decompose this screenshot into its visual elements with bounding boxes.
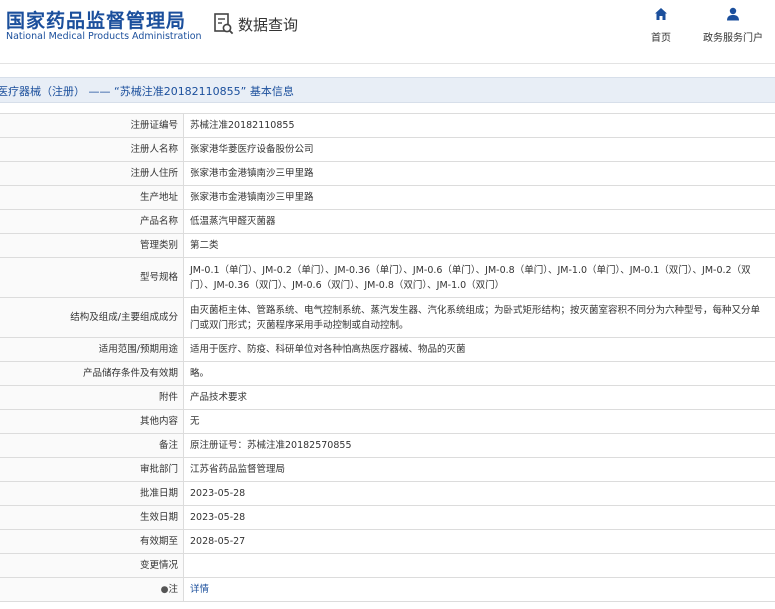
logo-title[interactable]: 国家药品监督管理局 (6, 6, 186, 33)
other-content: 无 (183, 409, 775, 434)
table-row: 注册证编号 苏械注准20182110855 (0, 113, 775, 138)
change-status (183, 553, 775, 578)
row-label: 审批部门 (0, 457, 184, 482)
row-label: 产品储存条件及有效期 (0, 361, 184, 386)
details-link[interactable]: 详情 (190, 584, 209, 595)
table-row: 管理类别 第二类 (0, 233, 775, 258)
table-row: 注册人住所 张家港市金港镇南沙三甲里路 (0, 161, 775, 186)
table-row: 产品储存条件及有效期 略。 (0, 361, 775, 386)
logo-subtitle: National Medical Products Administration (6, 31, 202, 42)
storage-conditions: 略。 (183, 361, 775, 386)
table-row: 有效期至 2028-05-27 (0, 529, 775, 554)
row-label: 管理类别 (0, 233, 184, 258)
attachment: 产品技术要求 (183, 385, 775, 410)
registration-number: 苏械注准20182110855 (183, 113, 775, 138)
row-label: 注册证编号 (0, 113, 184, 138)
table-row: 附件 产品技术要求 (0, 385, 775, 410)
approval-department: 江苏省药品监督管理局 (183, 457, 775, 482)
remarks: 原注册证号：苏械注准20182570855 (183, 433, 775, 458)
table-row: 生产地址 张家港市金港镇南沙三甲里路 (0, 185, 775, 210)
row-label: 产品名称 (0, 209, 184, 234)
row-label: 结构及组成/主要组成成分 (0, 297, 184, 338)
note-value-cell: 详情 (183, 577, 775, 602)
registration-info-table: 注册证编号 苏械注准20182110855 注册人名称 张家港华菱医疗设备股份公… (0, 113, 775, 602)
table-row: ●注 详情 (0, 577, 775, 602)
record-title: 医疗器械（注册） —— “苏械注准20182110855” 基本信息 (0, 85, 294, 98)
table-row: 批准日期 2023-05-28 (0, 481, 775, 506)
row-label: 适用范围/预期用途 (0, 337, 184, 362)
row-label: 注册人住所 (0, 161, 184, 186)
table-row: 注册人名称 张家港华菱医疗设备股份公司 (0, 137, 775, 162)
structure-composition: 由灭菌柜主体、管路系统、电气控制系统、蒸汽发生器、汽化系统组成；为卧式矩形结构；… (183, 297, 775, 338)
row-label: 附件 (0, 385, 184, 410)
row-label: 注册人名称 (0, 137, 184, 162)
home-icon (641, 6, 681, 25)
row-label: 批准日期 (0, 481, 184, 506)
row-label: 注 (168, 583, 178, 595)
search-document-icon (214, 13, 234, 35)
nav-service-portal[interactable]: 政务服务门户 (698, 6, 768, 46)
registrant-name: 张家港华菱医疗设备股份公司 (183, 137, 775, 162)
table-row: 型号规格 JM-0.1（单门）、JM-0.2（单门）、JM-0.36（单门）、J… (0, 257, 775, 298)
nav-home[interactable]: 首页 (641, 6, 681, 46)
table-row: 生效日期 2023-05-28 (0, 505, 775, 530)
row-label: 生效日期 (0, 505, 184, 530)
expiry-date: 2028-05-27 (183, 529, 775, 554)
row-label: 备注 (0, 433, 184, 458)
intended-use: 适用于医疗、防疫、科研单位对各种怕高热医疗器械、物品的灭菌 (183, 337, 775, 362)
header-divider (0, 63, 775, 64)
table-row: 适用范围/预期用途 适用于医疗、防疫、科研单位对各种怕高热医疗器械、物品的灭菌 (0, 337, 775, 362)
table-row: 变更情况 (0, 553, 775, 578)
approval-date: 2023-05-28 (183, 481, 775, 506)
row-label: 其他内容 (0, 409, 184, 434)
management-category: 第二类 (183, 233, 775, 258)
site-header: 国家药品监督管理局 National Medical Products Admi… (0, 0, 775, 64)
record-title-bar: 医疗器械（注册） —— “苏械注准20182110855” 基本信息 (0, 77, 775, 103)
row-label: 生产地址 (0, 185, 184, 210)
row-label: 变更情况 (0, 553, 184, 578)
row-label: 型号规格 (0, 257, 184, 298)
production-address: 张家港市金港镇南沙三甲里路 (183, 185, 775, 210)
data-query-label: 数据查询 (238, 15, 299, 34)
product-name: 低温蒸汽甲醛灭菌器 (183, 209, 775, 234)
nav-home-label: 首页 (651, 33, 671, 44)
model-specification: JM-0.1（单门）、JM-0.2（单门）、JM-0.36（单门）、JM-0.6… (183, 257, 775, 298)
registrant-address: 张家港市金港镇南沙三甲里路 (183, 161, 775, 186)
table-row: 产品名称 低温蒸汽甲醛灭菌器 (0, 209, 775, 234)
table-row: 结构及组成/主要组成成分 由灭菌柜主体、管路系统、电气控制系统、蒸汽发生器、汽化… (0, 297, 775, 338)
table-row: 其他内容 无 (0, 409, 775, 434)
table-row: 备注 原注册证号：苏械注准20182570855 (0, 433, 775, 458)
row-label: 有效期至 (0, 529, 184, 554)
user-icon (698, 6, 768, 25)
data-query-heading: 数据查询 (214, 11, 298, 37)
note-label-cell: ●注 (0, 577, 184, 602)
table-row: 审批部门 江苏省药品监督管理局 (0, 457, 775, 482)
nav-service-portal-label: 政务服务门户 (703, 33, 763, 44)
effective-date: 2023-05-28 (183, 505, 775, 530)
